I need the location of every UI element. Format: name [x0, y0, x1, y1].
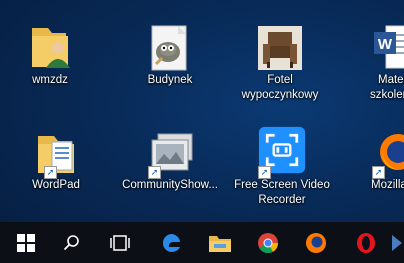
gimp-icon [151, 25, 187, 71]
desktop-icon-wmzdz[interactable]: wmzdz [0, 16, 100, 96]
desktop-icon-communityshow[interactable]: ➚ CommunityShow... [120, 122, 220, 202]
app-icon [392, 234, 402, 251]
icon-label: WordPad [32, 179, 80, 191]
desktop-icon-budynek[interactable]: Budynek [120, 16, 220, 96]
desktop-icon-fotel[interactable]: Fotel wypoczynkowy [230, 16, 330, 106]
task-view-button[interactable] [96, 222, 144, 263]
task-view-icon [110, 234, 130, 251]
firefox-button[interactable] [292, 222, 340, 263]
icon-label: Free Screen Video Recorder [234, 179, 330, 206]
chrome-icon [258, 232, 279, 253]
opera-button[interactable] [342, 222, 390, 263]
desktop-icon-materialy[interactable]: W Materi szkolenio [344, 16, 404, 106]
edge-icon [162, 233, 180, 252]
icon-label: Budynek [147, 74, 193, 86]
chrome-button[interactable] [244, 222, 292, 263]
desktop: wmzdz Budynek Fotel wypoczynkowy W Mate … [0, 0, 404, 222]
armchair-image-icon [258, 26, 302, 70]
icon-label: CommunityShow... [122, 179, 218, 191]
folder-icon [209, 235, 231, 252]
firefox-icon [306, 232, 326, 253]
start-button[interactable] [2, 222, 50, 263]
desktop-icon-wordpad[interactable]: ➚ WordPad [6, 122, 106, 202]
taskbar [0, 222, 404, 263]
search-button[interactable] [48, 222, 96, 263]
icon-label: Fotel wypoczynkowy [241, 74, 319, 101]
desktop-icon-free-screen-video-recorder[interactable]: ➚ Free Screen Video Recorder [232, 122, 332, 212]
icon-label: wmzdz [32, 74, 68, 86]
word-document-icon: W [374, 25, 404, 69]
user-folder-icon [32, 28, 70, 68]
file-explorer-button[interactable] [196, 222, 244, 263]
svg-text:W: W [378, 36, 393, 53]
desktop-icon-mozilla-firefox[interactable]: ➚ Mozilla F [344, 122, 404, 202]
windows-logo-icon [17, 233, 35, 252]
opera-icon [357, 232, 375, 253]
icon-label: Materi szkolenio [370, 74, 404, 101]
edge-button[interactable] [148, 222, 196, 263]
icon-label: Mozilla F [370, 179, 404, 191]
search-icon [63, 234, 79, 250]
extra-app-button[interactable] [390, 222, 404, 263]
